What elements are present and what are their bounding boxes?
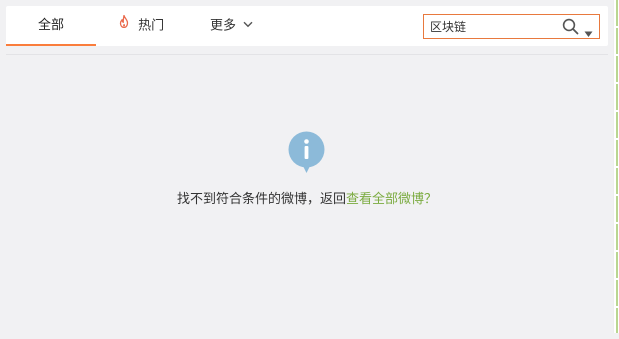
tab-hot[interactable]: 热门 (118, 6, 164, 46)
search-icon[interactable] (562, 18, 579, 35)
view-all-weibo-link[interactable]: 查看全部微博 (346, 192, 424, 207)
fire-icon (118, 5, 130, 45)
info-icon (288, 131, 325, 175)
chevron-down-icon (243, 5, 253, 45)
filter-tab-bar: 全部 热门 更多 (6, 6, 608, 46)
tab-hot-label: 热门 (138, 18, 165, 34)
empty-state-text: 找不到符合条件的微博，返回 (176, 192, 346, 207)
feed-content-panel: 找不到符合条件的微博，返回查看全部微博？ (6, 54, 608, 339)
search-box (423, 14, 600, 39)
search-input[interactable] (430, 15, 550, 38)
tab-more-dropdown[interactable]: 更多 (210, 6, 253, 46)
tab-all-label: 全部 (37, 18, 64, 33)
empty-state-message: 找不到符合条件的微博，返回查看全部微博？ (6, 188, 608, 207)
empty-state-question-mark: ？ (424, 192, 438, 207)
right-edge-divider (616, 0, 618, 333)
tab-all[interactable]: 全部 (6, 6, 96, 46)
tab-more-label: 更多 (210, 18, 237, 34)
right-edge-strip (613, 0, 619, 333)
dropdown-caret-icon[interactable] (584, 23, 593, 37)
